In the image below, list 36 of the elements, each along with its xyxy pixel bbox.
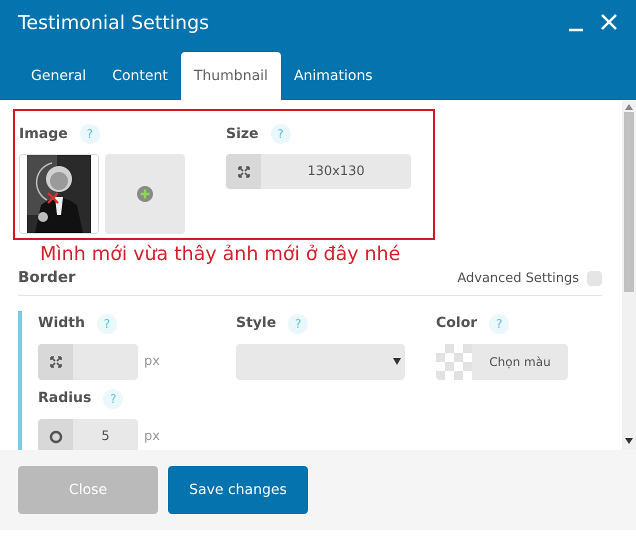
window-title: Testimonial Settings bbox=[18, 11, 210, 36]
checkbox[interactable] bbox=[587, 271, 602, 286]
checkbox-label: Advanced Settings bbox=[457, 270, 579, 288]
field-label: Style bbox=[236, 314, 276, 333]
scroll-down-icon[interactable] bbox=[625, 438, 633, 444]
field-label: Image bbox=[19, 124, 68, 144]
remove-icon[interactable] bbox=[46, 191, 60, 205]
circle-icon bbox=[48, 430, 62, 444]
tab[interactable]: General bbox=[18, 52, 100, 100]
unit-label: px bbox=[144, 428, 160, 446]
plus-icon bbox=[137, 186, 153, 202]
color-picker-button[interactable]: Chọn màu bbox=[436, 344, 568, 380]
field-label: Width bbox=[38, 314, 85, 333]
scrollbar[interactable] bbox=[622, 100, 636, 450]
field-value: 5 bbox=[101, 428, 110, 446]
close-icon[interactable] bbox=[600, 13, 618, 31]
tab[interactable]: Animations bbox=[280, 52, 386, 100]
expand-icon bbox=[48, 354, 62, 368]
radius-field[interactable]: 5 bbox=[38, 418, 138, 450]
field-value: 130x130 bbox=[307, 162, 365, 181]
dropdown-caret-icon bbox=[393, 358, 401, 365]
unit-label: px bbox=[144, 352, 160, 371]
field-label: Radius bbox=[38, 389, 92, 408]
section-title: Border bbox=[18, 267, 76, 288]
tab[interactable]: Thumbnail bbox=[180, 52, 281, 100]
width-field[interactable] bbox=[38, 344, 138, 380]
field-label: Size bbox=[226, 124, 259, 144]
tab[interactable]: Content bbox=[99, 52, 181, 100]
annotation-text: Mình mới vừa thây ảnh mới ở đây nhé bbox=[40, 242, 400, 267]
expand-icon bbox=[236, 164, 250, 178]
save-button[interactable]: Save changes bbox=[168, 466, 308, 514]
size-field[interactable]: 130x130 bbox=[226, 154, 411, 189]
add-image-button[interactable] bbox=[105, 154, 185, 234]
transparent-swatch-icon bbox=[436, 344, 472, 380]
field-label: Color bbox=[436, 314, 478, 333]
scroll-up-icon[interactable] bbox=[625, 104, 633, 110]
